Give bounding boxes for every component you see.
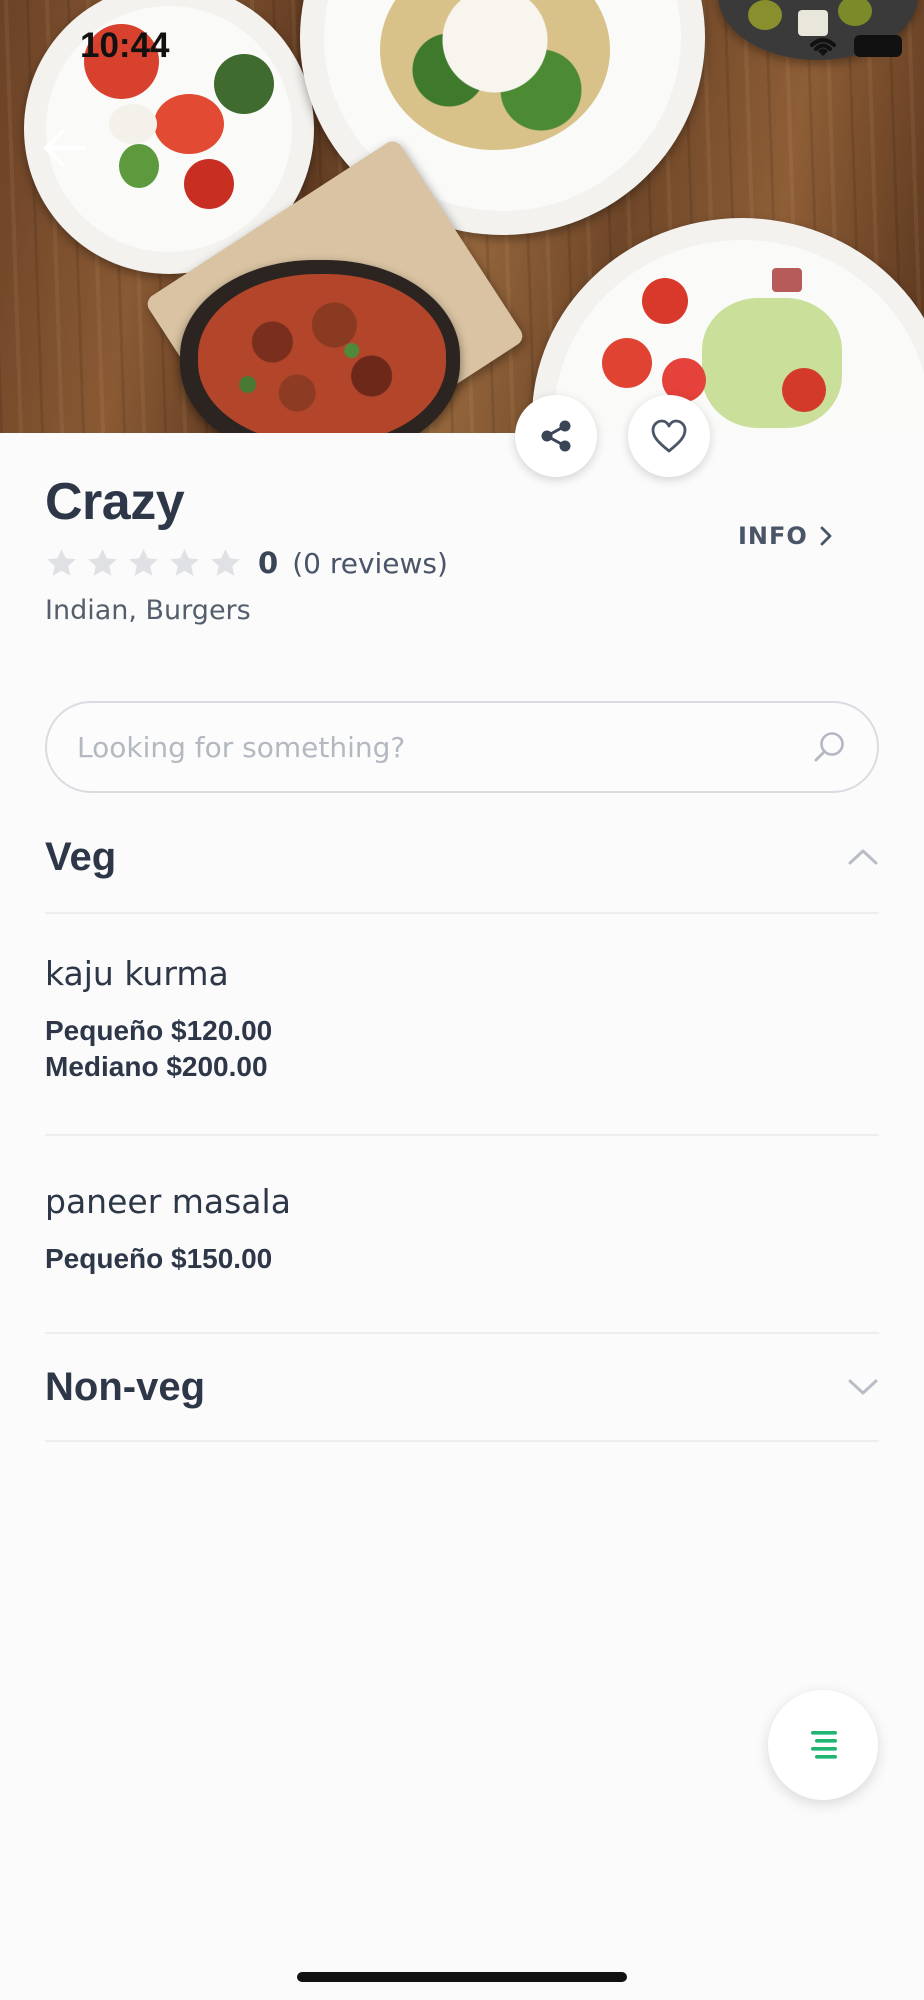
battery-icon — [854, 35, 902, 57]
info-link[interactable]: INFO — [738, 522, 832, 550]
divider — [45, 1440, 879, 1442]
star-icon — [47, 548, 76, 576]
hero-image: 10:44 — [0, 0, 924, 433]
info-label: INFO — [738, 522, 808, 550]
menu-item[interactable]: kaju kurma Pequeño $120.00 Mediano $200.… — [45, 954, 879, 1085]
wifi-icon — [810, 38, 836, 56]
star-icon — [88, 548, 117, 576]
heart-icon — [651, 419, 687, 453]
search-bar[interactable] — [45, 701, 879, 793]
meatballs-dish — [198, 274, 446, 433]
menu-fab-button[interactable] — [768, 1690, 878, 1800]
divider — [45, 912, 879, 914]
menu-list-icon — [811, 1731, 837, 1759]
favorite-button[interactable] — [628, 395, 710, 477]
star-rating — [45, 547, 242, 580]
section-title: Non-veg — [45, 1364, 205, 1409]
food-plate — [532, 218, 924, 433]
divider — [45, 1134, 879, 1136]
search-icon[interactable] — [813, 730, 847, 764]
section-title: Veg — [45, 834, 117, 879]
review-count: (0 reviews) — [292, 546, 448, 580]
item-name: kaju kurma — [45, 954, 229, 993]
rating-row: 0 (0 reviews) — [45, 546, 448, 580]
star-icon — [170, 548, 199, 576]
status-time: 10:44 — [80, 26, 170, 65]
search-input[interactable] — [77, 730, 813, 764]
item-price: Mediano $200.00 — [45, 1051, 268, 1082]
back-arrow-icon[interactable] — [40, 128, 88, 168]
star-icon — [211, 548, 240, 576]
rating-value: 0 — [258, 546, 279, 580]
home-indicator — [297, 1972, 627, 1982]
restaurant-name: Crazy — [45, 473, 185, 531]
cuisine-tags: Indian, Burgers — [45, 595, 251, 626]
star-icon — [129, 548, 158, 576]
share-button[interactable] — [515, 395, 597, 477]
section-header-veg[interactable]: Veg — [45, 812, 879, 902]
item-name: paneer masala — [45, 1182, 291, 1221]
item-price: Pequeño $150.00 — [45, 1243, 273, 1274]
divider — [45, 1332, 879, 1334]
chevron-right-icon — [820, 526, 832, 546]
item-price: Pequeño $120.00 — [45, 1015, 273, 1046]
share-icon — [541, 420, 571, 452]
chevron-up-icon — [848, 849, 878, 865]
status-icons — [806, 34, 902, 58]
menu-item[interactable]: paneer masala Pequeño $150.00 — [45, 1182, 879, 1277]
section-header-non-veg[interactable]: Non-veg — [45, 1342, 879, 1432]
chevron-down-icon — [848, 1379, 878, 1395]
